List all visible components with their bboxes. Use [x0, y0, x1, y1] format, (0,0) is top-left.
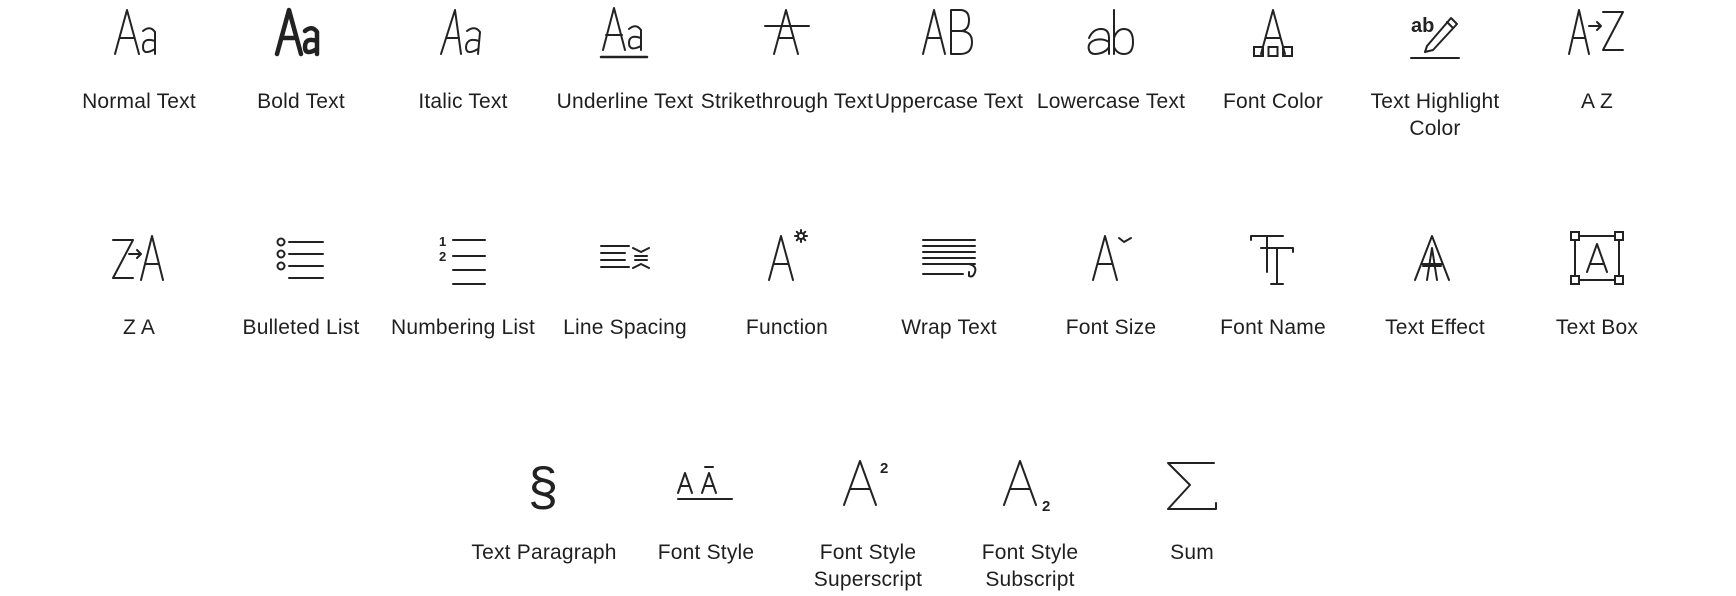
icon-cell: ab Text Highlight Color: [1354, 0, 1516, 140]
svg-text:2: 2: [439, 249, 446, 264]
icon-row: Z A Bulleted List 1 2 Numbering List Line Spa…: [0, 226, 1736, 366]
icon-cell: 2 Font Style Subscript: [949, 451, 1111, 591]
icon-cell: Bulleted List: [220, 226, 382, 366]
italic-text-icon: [433, 2, 493, 62]
icon-cell: Uppercase Text: [868, 0, 1030, 140]
icon-label: Font Style Superscript: [813, 541, 923, 591]
icon-cell: 2 Font Style Superscript: [787, 451, 949, 591]
icon-label: Font Style: [657, 541, 755, 564]
superscript-icon: 2: [838, 453, 898, 513]
svg-text:ab: ab: [1411, 15, 1434, 37]
icon-label: Bold Text: [257, 90, 345, 113]
icon-label: Bulleted List: [242, 316, 360, 339]
icon-cell: Lowercase Text: [1030, 0, 1192, 140]
icon-label: Strikethrough Text: [700, 90, 874, 113]
icon-label: Text Effect: [1385, 316, 1485, 339]
icon-label: Text Highlight Color: [1370, 90, 1500, 140]
svg-text:§: §: [528, 457, 558, 517]
text-highlight-color-icon: ab: [1405, 2, 1465, 62]
icon-label: Function: [745, 316, 829, 339]
icon-cell: Text Effect: [1354, 226, 1516, 366]
icon-label: Z A: [122, 316, 156, 339]
icon-label: Font Style Subscript: [981, 541, 1079, 591]
icon-label: Uppercase Text: [874, 90, 1024, 113]
strikethrough-text-icon: [757, 2, 817, 62]
bold-text-icon: [271, 2, 331, 62]
icon-cell: Wrap Text: [868, 226, 1030, 366]
icon-row: Normal Text Bold Text Italic Text Underline…: [0, 0, 1736, 140]
text-box-icon: [1567, 228, 1627, 288]
icon-cell: 1 2 Numbering List: [382, 226, 544, 366]
icon-label: Font Size: [1065, 316, 1157, 339]
sort-a-z-icon: [1567, 2, 1627, 62]
icon-cell: Bold Text: [220, 0, 382, 140]
uppercase-text-icon: [919, 2, 979, 62]
icon-cell: Font Color: [1192, 0, 1354, 140]
font-color-icon: [1243, 2, 1303, 62]
text-effect-icon: [1405, 228, 1465, 288]
icon-label: Text Paragraph: [471, 541, 617, 564]
icon-cell: Font Style: [625, 451, 787, 591]
line-spacing-icon: [595, 228, 655, 288]
icon-label: Sum: [1170, 541, 1214, 564]
underline-text-icon: [595, 2, 655, 62]
icon-cell: Z A: [58, 226, 220, 366]
icon-cell: § Text Paragraph: [463, 451, 625, 591]
icon-label: Wrap Text: [901, 316, 997, 339]
icon-label: Normal Text: [82, 90, 196, 113]
icon-cell: Normal Text: [58, 0, 220, 140]
icon-label: Line Spacing: [563, 316, 687, 339]
bulleted-list-icon: [271, 228, 331, 288]
lowercase-text-icon: [1081, 2, 1141, 62]
icon-cell: Text Box: [1516, 226, 1678, 366]
icon-label: Text Box: [1555, 316, 1639, 339]
icon-cell: Underline Text: [544, 0, 706, 140]
normal-text-icon: [109, 2, 169, 62]
icon-cell: Font Name: [1192, 226, 1354, 366]
icon-label: Font Name: [1220, 316, 1326, 339]
section-sign-icon: §: [514, 453, 574, 517]
subscript-icon: 2: [1000, 453, 1060, 515]
sort-z-a-icon: [109, 228, 169, 288]
icon-label: Numbering List: [390, 316, 536, 339]
wrap-text-icon: [919, 228, 979, 288]
sum-icon: [1162, 453, 1222, 513]
icon-row: § Text Paragraph Font Style 2 Font Style Sup…: [0, 451, 1736, 591]
icon-cell: Strikethrough Text: [701, 0, 873, 140]
icon-label: Lowercase Text: [1036, 90, 1186, 113]
font-name-icon: [1243, 228, 1303, 288]
icon-cell: Font Size: [1030, 226, 1192, 366]
svg-text:2: 2: [880, 460, 888, 477]
icon-cell: Italic Text: [382, 0, 544, 140]
icon-label: Font Color: [1222, 90, 1324, 113]
svg-text:1: 1: [439, 234, 446, 249]
icon-label: A Z: [1580, 90, 1614, 113]
icon-cell: Line Spacing: [544, 226, 706, 366]
icon-label: Underline Text: [556, 90, 694, 113]
font-size-icon: [1081, 228, 1141, 288]
icon-cell: Sum: [1111, 451, 1273, 591]
font-style-icon: [676, 453, 736, 513]
function-icon: [757, 228, 817, 288]
icon-cell: Function: [706, 226, 868, 366]
svg-text:2: 2: [1042, 498, 1050, 515]
icon-cell: A Z: [1516, 0, 1678, 140]
icon-label: Italic Text: [418, 90, 508, 113]
numbering-list-icon: 12: [433, 228, 493, 288]
